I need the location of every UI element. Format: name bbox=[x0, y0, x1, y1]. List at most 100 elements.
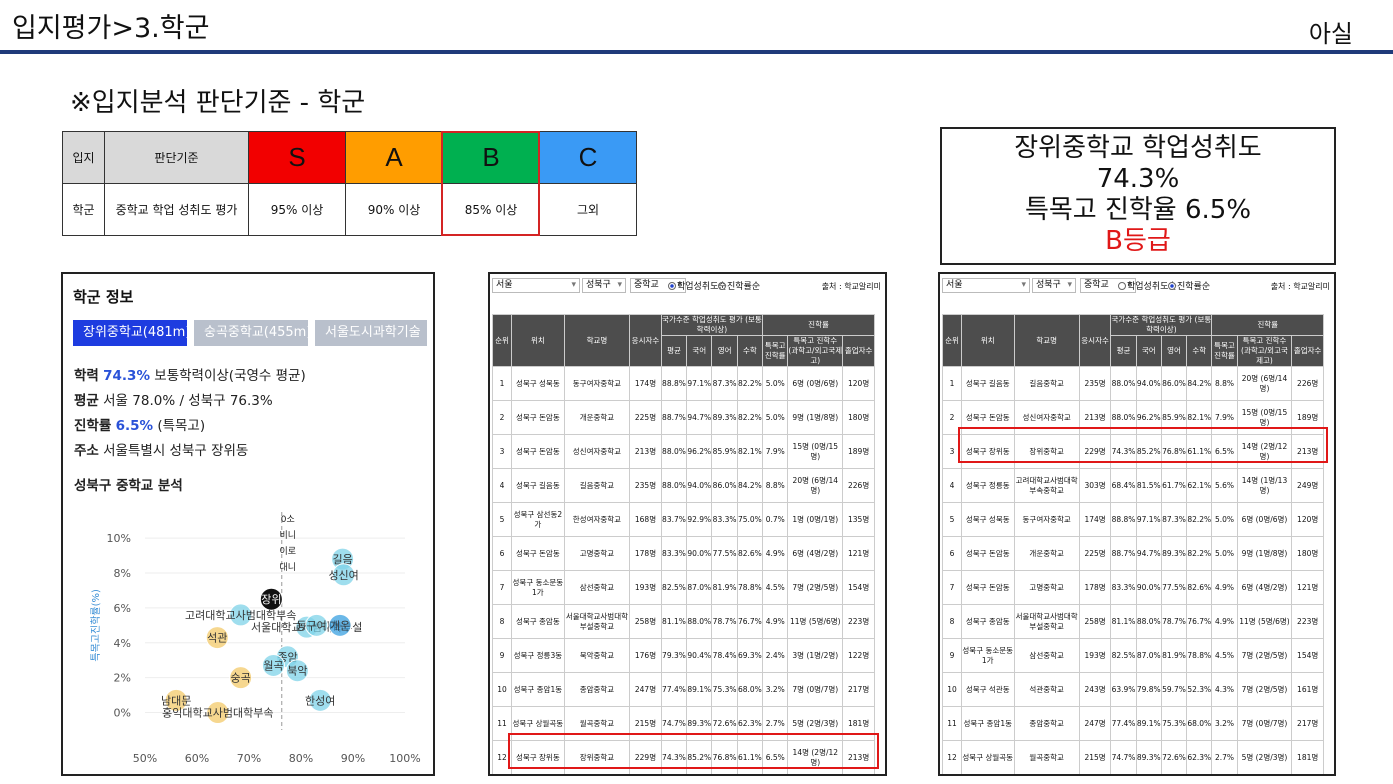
table-row[interactable]: 4 성북구 길음동 길음중학교 235명 88.0% 94.0% 86.0% 84.2% 8.8… bbox=[492, 468, 875, 503]
scatter-point[interactable]: 석관 bbox=[205, 626, 229, 650]
table-row[interactable]: 3 성북구 돈암동 성신여자중학교 213명 88.0% 96.2% 85.9% 82.1% 7… bbox=[492, 434, 875, 469]
table-cell: 4 bbox=[942, 468, 962, 503]
table-row[interactable]: 9 성북구 정릉3동 북악중학교 176명 79.3% 90.4% 78.4% 69.3% 2.… bbox=[492, 638, 875, 673]
filter-select-1[interactable]: 성북구 ▾ bbox=[582, 278, 626, 293]
point-label: 월곡 bbox=[263, 659, 283, 672]
table-cell: 77.5% bbox=[711, 536, 738, 571]
table-row[interactable]: 6 성북구 돈암동 개운중학교 225명 88.7% 94.7% 89.3% 82.2% 5.0… bbox=[942, 536, 1324, 571]
radio-icon bbox=[718, 282, 726, 290]
table-cell: 178명 bbox=[1078, 570, 1112, 605]
table-cell: 90.4% bbox=[686, 638, 713, 673]
table-cell: 11명 (5명/6명) bbox=[787, 604, 844, 639]
scatter-point[interactable]: 숭곡 bbox=[229, 666, 253, 690]
col-header-spec: 특목고 진학률 bbox=[762, 335, 789, 367]
table-row[interactable]: 7 성북구 돈암동 고명중학교 178명 83.3% 90.0% 77.5% 82.6% 4.9… bbox=[942, 570, 1324, 605]
tab-jangwi[interactable]: 장위중학교(481m) bbox=[73, 320, 187, 346]
sort-radio-1[interactable]: 진학률순 bbox=[1168, 279, 1210, 292]
table-cell: 10 bbox=[942, 672, 962, 707]
table-row[interactable]: 7 성북구 동소문동1가 삼선중학교 193명 82.5% 87.0% 81.9% 78.8%… bbox=[492, 570, 875, 605]
table-cell: 87.3% bbox=[711, 366, 738, 401]
table-cell: 6명 (0명/6명) bbox=[787, 366, 844, 401]
table-cell: 88.7% bbox=[1110, 536, 1137, 571]
table-row[interactable]: 1 성북구 길음동 길음중학교 235명 88.0% 94.0% 86.0% 84.2% 8.8… bbox=[942, 366, 1324, 401]
scatter-point[interactable]: 개운 bbox=[328, 613, 352, 637]
table-cell: 6 bbox=[492, 536, 512, 571]
table-cell: 223명 bbox=[1291, 604, 1324, 639]
table-cell: 68.0% bbox=[1186, 706, 1213, 741]
summary-line1: 장위중학교 학업성취도 bbox=[1014, 133, 1262, 163]
table-cell: 6명 (0명/6명) bbox=[1236, 502, 1293, 537]
summary-box: 장위중학교 학업성취도 74.3% 특목고 진학율 6.5% B등급 bbox=[940, 127, 1336, 265]
col-header-loc: 위치 bbox=[510, 314, 565, 367]
chevron-down-icon: ▾ bbox=[617, 280, 622, 290]
filter-select-0[interactable]: 서울 ▾ bbox=[492, 278, 580, 293]
table-row[interactable]: 10 성북구 석관동 석관중학교 243명 63.9% 79.8% 59.7% 52.3% 4.… bbox=[942, 672, 1324, 707]
radio-icon bbox=[668, 282, 676, 290]
table-cell: 성북구 동소문동1가 bbox=[510, 570, 565, 605]
table-cell: 88.0% bbox=[660, 468, 688, 503]
table-cell: 성북구 삼선동2가 bbox=[510, 502, 565, 537]
table-row[interactable]: 8 성북구 종암동 서울대학교사범대학 부설중학교 258명 81.1% 88.0% 78.… bbox=[942, 604, 1324, 639]
scatter-point[interactable]: 장위 bbox=[259, 587, 283, 611]
scatter-point[interactable]: 성신여 bbox=[328, 563, 359, 587]
table-row[interactable]: 11 성북구 종암1동 종암중학교 247명 77.4% 89.1% 75.3% 68.0% 3… bbox=[942, 706, 1324, 741]
criteria-head-loc: 입지 bbox=[62, 131, 105, 184]
filter-select-1[interactable]: 성북구 ▾ bbox=[1032, 278, 1076, 293]
table-cell: 92.9% bbox=[686, 502, 713, 537]
table-row[interactable]: 12 성북구 상월곡동 월곡중학교 215명 74.7% 89.3% 72.6% 62.3% 2… bbox=[942, 740, 1324, 774]
table-cell: 88.7% bbox=[660, 400, 688, 435]
table-cell: 성북구 종암1동 bbox=[960, 706, 1015, 741]
filter-select-0[interactable]: 서울 ▾ bbox=[942, 278, 1030, 293]
criteria-row-label: 학군 bbox=[62, 183, 105, 236]
table-cell: 87.0% bbox=[686, 570, 713, 605]
radio-icon bbox=[1168, 282, 1176, 290]
col-header-math: 수학 bbox=[736, 335, 764, 367]
col-header-grad: 졸업자수 bbox=[1291, 335, 1324, 367]
col-header-eng: 영어 bbox=[711, 335, 738, 367]
table-row[interactable]: 8 성북구 종암동 서울대학교사범대학 부설중학교 258명 81.1% 88.0% 78.… bbox=[492, 604, 875, 639]
table-cell: 79.8% bbox=[1135, 672, 1162, 707]
table-cell: 83.7% bbox=[660, 502, 688, 537]
scatter-point[interactable]: 한성여 bbox=[305, 688, 335, 712]
tab-sunggok[interactable]: 숭곡중학교(455m) bbox=[194, 320, 308, 346]
table-cell: 5.6% bbox=[1211, 468, 1238, 503]
table-cell: 3명 (1명/2명) bbox=[787, 638, 844, 673]
table-cell: 89.3% bbox=[1160, 536, 1188, 571]
table-cell: 성북구 돈암동 bbox=[510, 434, 565, 469]
table-row[interactable]: 10 성북구 종암1동 종암중학교 247명 77.4% 89.1% 75.3% 68.0% 3… bbox=[492, 672, 875, 707]
table-row[interactable]: 4 성북구 정릉동 고려대학교사범대학 부속중학교 303명 68.4% 81.5% 61.… bbox=[942, 468, 1324, 503]
table-cell: 76.7% bbox=[736, 604, 764, 639]
criteria-head-basis: 판단기준 bbox=[104, 131, 249, 184]
filter-select-label: 중학교 bbox=[1084, 280, 1109, 290]
table-row[interactable]: 2 성북구 돈암동 개운중학교 225명 88.7% 94.7% 89.3% 82.2% 5.0… bbox=[492, 400, 875, 435]
avg-line-label: 비니 bbox=[279, 530, 296, 541]
table-cell: 20명 (6명/14명) bbox=[787, 468, 844, 503]
table-cell: 225명 bbox=[1078, 536, 1112, 571]
table-cell: 6 bbox=[942, 536, 962, 571]
table-cell: 10 bbox=[492, 672, 512, 707]
point-label: 개운 bbox=[330, 619, 350, 632]
filter-select-label: 서울 bbox=[946, 280, 963, 290]
radio-icon bbox=[1118, 282, 1126, 290]
table-cell: 88.0% bbox=[686, 604, 713, 639]
sort-radio-1[interactable]: 진학률순 bbox=[718, 279, 760, 292]
table-cell: 121명 bbox=[1291, 570, 1324, 605]
table-row[interactable]: 1 성북구 성북동 동구여자중학교 174명 88.8% 97.1% 87.3% 82.2% 5… bbox=[492, 366, 875, 401]
table-row[interactable]: 5 성북구 삼선동2가 한성여자중학교 168명 83.7% 92.9% 83.3% 75.0… bbox=[492, 502, 875, 537]
table-cell: 180명 bbox=[1291, 536, 1324, 571]
table-row[interactable]: 9 성북구 동소문동1가 삼선중학교 193명 82.5% 87.0% 81.9% 78.8%… bbox=[942, 638, 1324, 673]
table-cell: 62.3% bbox=[1186, 740, 1213, 774]
table-cell: 154명 bbox=[1291, 638, 1324, 673]
tab-seoul-science[interactable]: 서울도시과학기술 bbox=[315, 320, 427, 346]
point-label: 성신여 bbox=[328, 569, 358, 582]
table-cell: 성북구 종암1동 bbox=[510, 672, 565, 707]
chevron-down-icon: ▾ bbox=[1067, 280, 1072, 290]
table-row[interactable]: 6 성북구 돈암동 고명중학교 178명 83.3% 90.0% 77.5% 82.6% 4.9… bbox=[492, 536, 875, 571]
table-cell: 한성여자중학교 bbox=[563, 502, 631, 537]
source-note: 출처 : 학교알리미 bbox=[821, 282, 881, 291]
table-cell: 68.0% bbox=[736, 672, 764, 707]
col-group-achievement: 국가수준 학업성취도 평가 (보통학력이상) bbox=[660, 314, 764, 336]
table-row[interactable]: 5 성북구 성북동 동구여자중학교 174명 88.8% 97.1% 87.3% 82.2% 5… bbox=[942, 502, 1324, 537]
scatter-point[interactable]: 북악 bbox=[285, 659, 309, 683]
scatter-point[interactable]: 월곡 bbox=[261, 653, 285, 677]
